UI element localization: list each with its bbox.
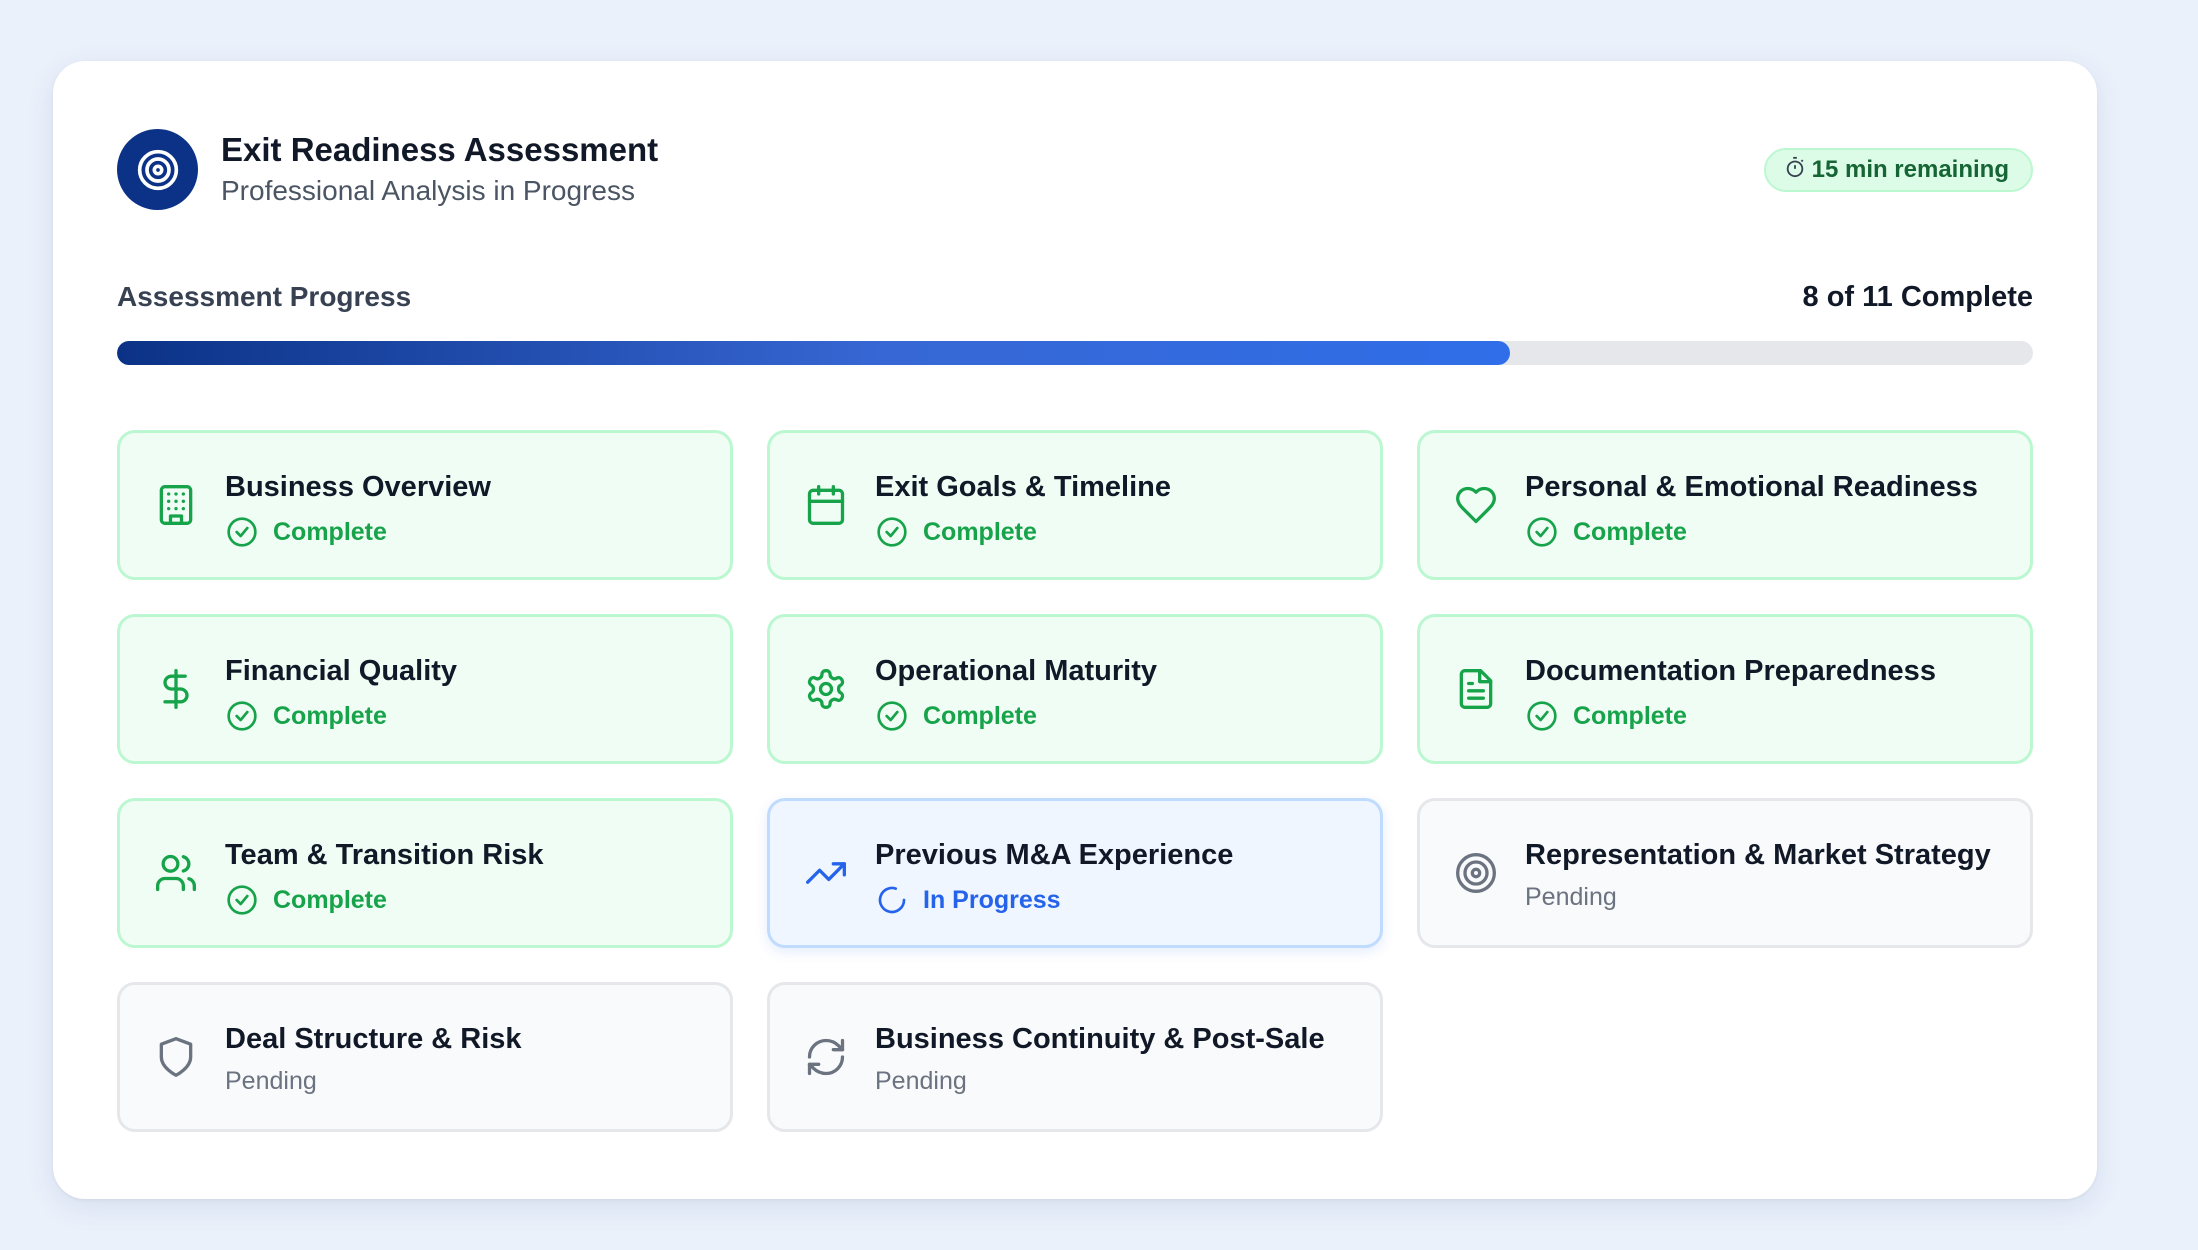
section-card-personal-and-emotional-readiness[interactable]: Personal & Emotional Readiness Complete: [1417, 430, 2033, 580]
section-title: Team & Transition Risk: [225, 839, 544, 871]
section-title: Financial Quality: [225, 655, 458, 687]
section-status-text: Complete: [273, 701, 387, 730]
section-card-previous-manda-experience[interactable]: Previous M&A Experience In Progress: [767, 798, 1383, 948]
calendar-icon: [804, 483, 848, 527]
page-title: Exit Readiness Assessment: [221, 131, 659, 168]
section-card-business-overview[interactable]: Business Overview Complete: [117, 430, 733, 580]
section-title: Business Overview: [225, 471, 491, 503]
check-circle-icon: [875, 699, 909, 733]
section-grid: Business Overview Complete Exit Goals & Ti…: [117, 430, 2033, 1132]
section-status: Complete: [225, 883, 387, 917]
section-status: Complete: [875, 699, 1037, 733]
section-status: Complete: [1525, 699, 1687, 733]
section-title: Personal & Emotional Readiness: [1525, 471, 1978, 503]
progress-count: 8 of 11 Complete: [1802, 281, 2033, 313]
section-status: Complete: [225, 515, 387, 549]
section-card-representation-and-market-strategy[interactable]: Representation & Market Strategy Pending: [1417, 798, 2033, 948]
section-status-text: Complete: [923, 701, 1037, 730]
section-status-text: Pending: [225, 1067, 317, 1095]
refresh-icon: [804, 1035, 848, 1079]
section-status-text: Complete: [273, 885, 387, 914]
check-circle-icon: [875, 515, 909, 549]
section-title: Representation & Market Strategy: [1525, 839, 1991, 871]
section-status-text: Pending: [1525, 883, 1617, 911]
section-status-text: Complete: [273, 517, 387, 546]
section-status: Complete: [875, 515, 1037, 549]
gear-icon: [804, 667, 848, 711]
section-status: Pending: [1525, 883, 1617, 912]
section-card-operational-maturity[interactable]: Operational Maturity Complete: [767, 614, 1383, 764]
section-card-exit-goals-and-timeline[interactable]: Exit Goals & Timeline Complete: [767, 430, 1383, 580]
section-card-team-and-transition-risk[interactable]: Team & Transition Risk Complete: [117, 798, 733, 948]
progress-bar: [117, 341, 2033, 365]
building-icon: [154, 483, 198, 527]
trending-up-icon: [804, 851, 848, 895]
check-circle-icon: [1525, 699, 1559, 733]
section-status: Complete: [1525, 515, 1687, 549]
section-card-documentation-preparedness[interactable]: Documentation Preparedness Complete: [1417, 614, 2033, 764]
section-status-text: In Progress: [923, 885, 1061, 914]
section-title: Exit Goals & Timeline: [875, 471, 1172, 503]
section-status: Pending: [875, 1067, 967, 1096]
page-subtitle: Professional Analysis in Progress: [221, 175, 635, 206]
document-icon: [1454, 667, 1498, 711]
section-title: Deal Structure & Risk: [225, 1023, 522, 1055]
heart-icon: [1454, 483, 1498, 527]
section-title: Previous M&A Experience: [875, 839, 1234, 871]
assessment-card: Exit Readiness Assessment Professional A…: [53, 61, 2097, 1199]
target-icon: [1454, 851, 1498, 895]
stopwatch-icon: [1784, 156, 1806, 185]
section-status-text: Complete: [923, 517, 1037, 546]
shield-icon: [154, 1035, 198, 1079]
section-title: Business Continuity & Post-Sale: [875, 1023, 1325, 1055]
section-card-deal-structure-and-risk[interactable]: Deal Structure & Risk Pending: [117, 982, 733, 1132]
section-title: Documentation Preparedness: [1525, 655, 1936, 687]
check-circle-icon: [225, 515, 259, 549]
check-circle-icon: [1525, 515, 1559, 549]
check-circle-icon: [225, 699, 259, 733]
section-card-business-continuity-and-post-sale[interactable]: Business Continuity & Post-Sale Pending: [767, 982, 1383, 1132]
spinner-icon: [875, 883, 909, 917]
section-title: Operational Maturity: [875, 655, 1157, 687]
section-status: Complete: [225, 699, 387, 733]
section-status: Pending: [225, 1067, 317, 1096]
section-status-text: Complete: [1573, 517, 1687, 546]
time-remaining-text: 15 min remaining: [1811, 156, 2009, 183]
dollar-icon: [154, 667, 198, 711]
progress-label: Assessment Progress: [117, 281, 412, 312]
users-icon: [154, 851, 198, 895]
target-logo-icon: [117, 129, 198, 210]
section-status-text: Complete: [1573, 701, 1687, 730]
section-card-financial-quality[interactable]: Financial Quality Complete: [117, 614, 733, 764]
check-circle-icon: [225, 883, 259, 917]
section-status-text: Pending: [875, 1067, 967, 1095]
section-status: In Progress: [875, 883, 1061, 917]
time-remaining-badge: 15 min remaining: [1763, 148, 2033, 192]
progress-bar-fill: [117, 341, 1510, 365]
